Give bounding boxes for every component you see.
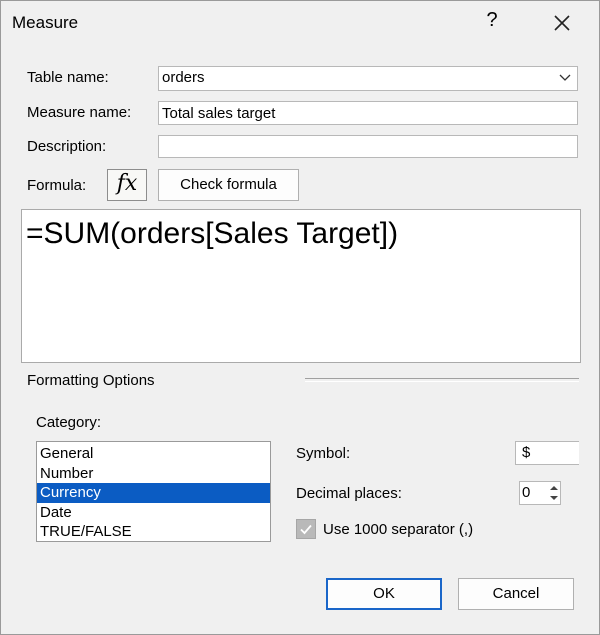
spin-up-icon[interactable] bbox=[548, 483, 560, 493]
spin-down-icon[interactable] bbox=[548, 493, 560, 503]
category-item-general[interactable]: General bbox=[37, 444, 270, 464]
category-item-true-false[interactable]: TRUE/FALSE bbox=[37, 522, 270, 542]
close-icon bbox=[554, 15, 570, 31]
decimal-places-label: Decimal places: bbox=[296, 485, 402, 502]
category-item-date[interactable]: Date bbox=[37, 503, 270, 523]
symbol-label: Symbol: bbox=[296, 445, 351, 462]
table-name-dropdown[interactable]: orders bbox=[158, 66, 578, 91]
dialog-title: Measure bbox=[12, 13, 79, 32]
check-formula-button[interactable]: Check formula bbox=[158, 169, 299, 201]
close-button[interactable] bbox=[549, 9, 575, 37]
category-item-currency[interactable]: Currency bbox=[37, 483, 270, 503]
checkmark-icon bbox=[300, 524, 312, 535]
symbol-input[interactable]: $ bbox=[515, 441, 579, 465]
cancel-button[interactable]: Cancel bbox=[458, 578, 574, 610]
measure-name-input[interactable] bbox=[158, 101, 578, 125]
measure-dialog: Measure ? Table name: orders Measure nam… bbox=[0, 0, 600, 635]
description-input[interactable] bbox=[158, 135, 578, 158]
insert-function-button[interactable]: fx bbox=[107, 169, 147, 201]
decimal-places-value: 0 bbox=[522, 484, 531, 501]
category-listbox[interactable]: General Number Currency Date TRUE/FALSE bbox=[36, 441, 271, 542]
ok-button[interactable]: OK bbox=[326, 578, 442, 610]
table-name-label: Table name: bbox=[27, 69, 109, 86]
separator-checkbox[interactable] bbox=[296, 519, 316, 539]
table-name-value: orders bbox=[162, 69, 205, 86]
formatting-options-heading: Formatting Options bbox=[27, 372, 155, 389]
category-label: Category: bbox=[36, 414, 102, 431]
decimal-places-spinner[interactable]: 0 bbox=[519, 481, 561, 505]
chevron-down-icon bbox=[559, 74, 571, 81]
fx-icon: fx bbox=[116, 171, 138, 196]
formula-label: Formula: bbox=[27, 177, 87, 194]
help-button[interactable]: ? bbox=[482, 9, 502, 37]
separator-label: Use 1000 separator (,) bbox=[323, 521, 474, 538]
formula-editor[interactable]: =SUM(orders[Sales Target]) bbox=[21, 209, 581, 363]
measure-name-label: Measure name: bbox=[27, 104, 132, 121]
title-bar: Measure ? bbox=[1, 1, 599, 47]
category-item-number[interactable]: Number bbox=[37, 464, 270, 484]
group-divider bbox=[305, 378, 579, 382]
description-label: Description: bbox=[27, 138, 107, 155]
